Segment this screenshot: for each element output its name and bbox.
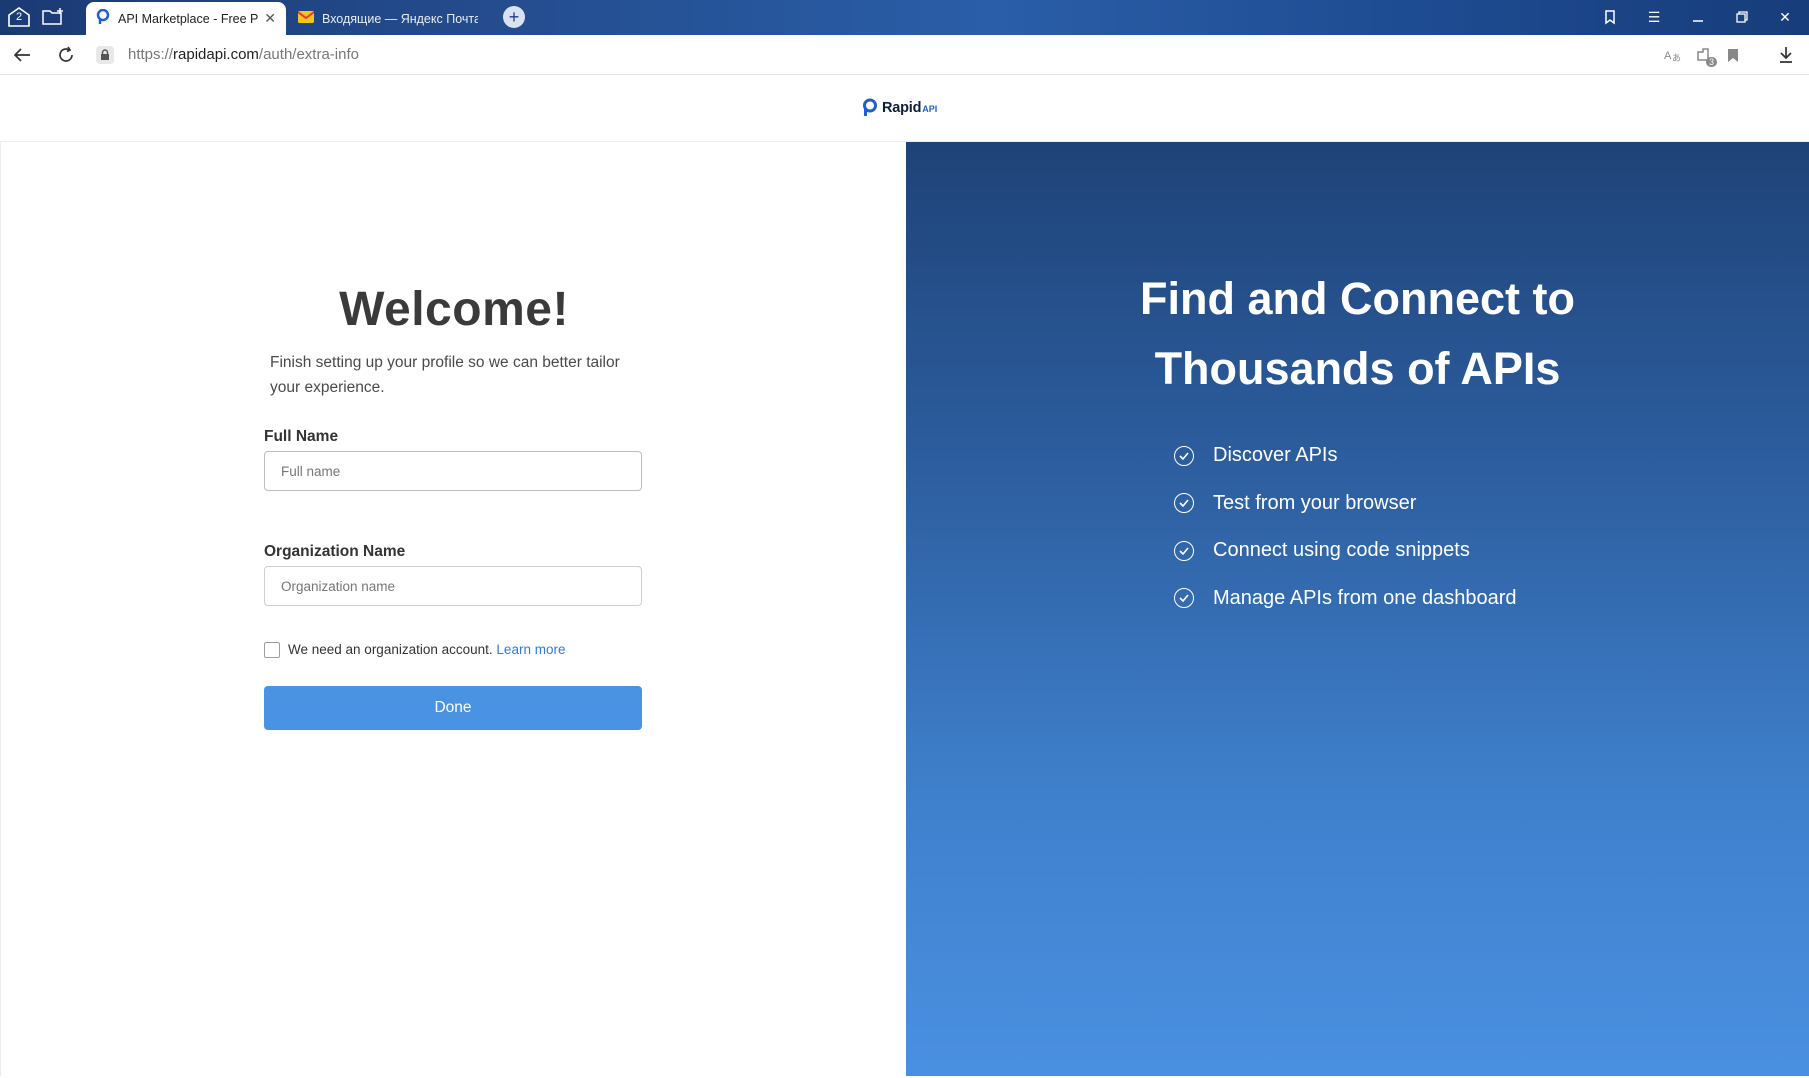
bookmarks-panel-icon[interactable] bbox=[1598, 6, 1622, 28]
feature-item: Discover APIs bbox=[1174, 432, 1517, 480]
url-path: /auth/extra-info bbox=[258, 46, 359, 63]
tabs-counter-icon[interactable]: 2 bbox=[4, 5, 34, 29]
check-circle-icon bbox=[1174, 445, 1194, 466]
tab-yandex-mail[interactable]: Входящие — Яндекс Почта bbox=[288, 2, 488, 35]
svg-text:A: A bbox=[1664, 50, 1672, 62]
organization-account-text: We need an organization account. Learn m… bbox=[288, 642, 565, 657]
check-circle-icon bbox=[1174, 588, 1194, 609]
full-name-input[interactable] bbox=[264, 451, 642, 491]
signup-form-panel: Welcome! Finish setting up your profile … bbox=[0, 142, 906, 1076]
bookmark-icon[interactable] bbox=[1722, 45, 1744, 65]
restore-icon[interactable] bbox=[1730, 6, 1754, 28]
minimize-icon[interactable] bbox=[1686, 6, 1710, 28]
promo-headline: Find and Connect to Thousands of APIs bbox=[906, 264, 1809, 404]
tabs-counter-badge: 2 bbox=[16, 11, 23, 23]
mail-favicon-icon bbox=[297, 11, 315, 26]
feature-text: Discover APIs bbox=[1213, 444, 1338, 467]
back-icon[interactable] bbox=[10, 44, 34, 66]
feature-item: Test from your browser bbox=[1174, 480, 1517, 528]
organization-name-label: Organization Name bbox=[264, 543, 406, 560]
promo-panel: Find and Connect to Thousands of APIs Di… bbox=[906, 142, 1809, 1076]
reload-icon[interactable] bbox=[54, 44, 78, 66]
feature-list: Discover APIs Test from your browser Con… bbox=[1174, 432, 1517, 622]
feature-text: Manage APIs from one dashboard bbox=[1213, 586, 1517, 609]
feature-text: Connect using code snippets bbox=[1213, 539, 1470, 562]
new-tab-button[interactable]: + bbox=[503, 6, 525, 28]
tab-rapidapi[interactable]: API Marketplace - Free Public & Open Res… bbox=[86, 2, 286, 35]
url-field[interactable]: https://rapidapi.com/auth/extra-info bbox=[128, 46, 359, 63]
logo-suffix: API bbox=[922, 104, 938, 114]
svg-text:あ: あ bbox=[1672, 53, 1681, 62]
check-circle-icon bbox=[1174, 540, 1194, 561]
close-window-icon[interactable]: ✕ bbox=[1773, 6, 1797, 28]
extensions-badge: 3 bbox=[1705, 57, 1717, 67]
page-header: Rapid API bbox=[0, 76, 1809, 142]
menu-icon[interactable]: ☰ bbox=[1642, 6, 1666, 28]
promo-headline-line2: Thousands of APIs bbox=[1154, 343, 1561, 394]
feature-text: Test from your browser bbox=[1213, 491, 1417, 514]
page-title: Welcome! bbox=[339, 283, 569, 336]
url-host: rapidapi.com bbox=[173, 46, 259, 63]
rapidapi-logo-icon bbox=[863, 98, 877, 116]
address-bar: https://rapidapi.com/auth/extra-info Aあ … bbox=[0, 35, 1809, 75]
rapidapi-favicon-icon bbox=[96, 8, 110, 28]
checkbox-label: We need an organization account. bbox=[288, 642, 493, 657]
browser-tab-bar: 2 API Marketplace - Free Public & Open R… bbox=[0, 0, 1809, 35]
full-name-label: Full Name bbox=[264, 428, 339, 445]
organization-name-input[interactable] bbox=[264, 566, 642, 606]
promo-headline-line1: Find and Connect to bbox=[1140, 273, 1575, 324]
rapidapi-logo[interactable]: Rapid API bbox=[862, 98, 937, 117]
feature-item: Connect using code snippets bbox=[1174, 527, 1517, 575]
translate-icon[interactable]: Aあ bbox=[1662, 45, 1684, 65]
feature-item: Manage APIs from one dashboard bbox=[1174, 575, 1517, 623]
extensions-icon[interactable]: 3 bbox=[1693, 45, 1717, 67]
organization-account-checkbox[interactable] bbox=[264, 642, 280, 658]
download-icon[interactable] bbox=[1775, 45, 1797, 65]
url-scheme: https:// bbox=[128, 46, 174, 63]
learn-more-link[interactable]: Learn more bbox=[496, 642, 565, 657]
logo-text: Rapid bbox=[882, 99, 922, 116]
close-tab-icon[interactable]: ✕ bbox=[264, 10, 276, 27]
tab-title: API Marketplace - Free Public & Open Res… bbox=[118, 11, 259, 26]
done-button[interactable]: Done bbox=[264, 686, 642, 730]
check-circle-icon bbox=[1174, 493, 1194, 514]
lock-icon[interactable] bbox=[96, 46, 114, 64]
form-subtitle: Finish setting up your profile so we can… bbox=[270, 354, 620, 396]
tab-title: Входящие — Яндекс Почта bbox=[322, 11, 478, 26]
new-group-icon[interactable] bbox=[38, 5, 68, 29]
